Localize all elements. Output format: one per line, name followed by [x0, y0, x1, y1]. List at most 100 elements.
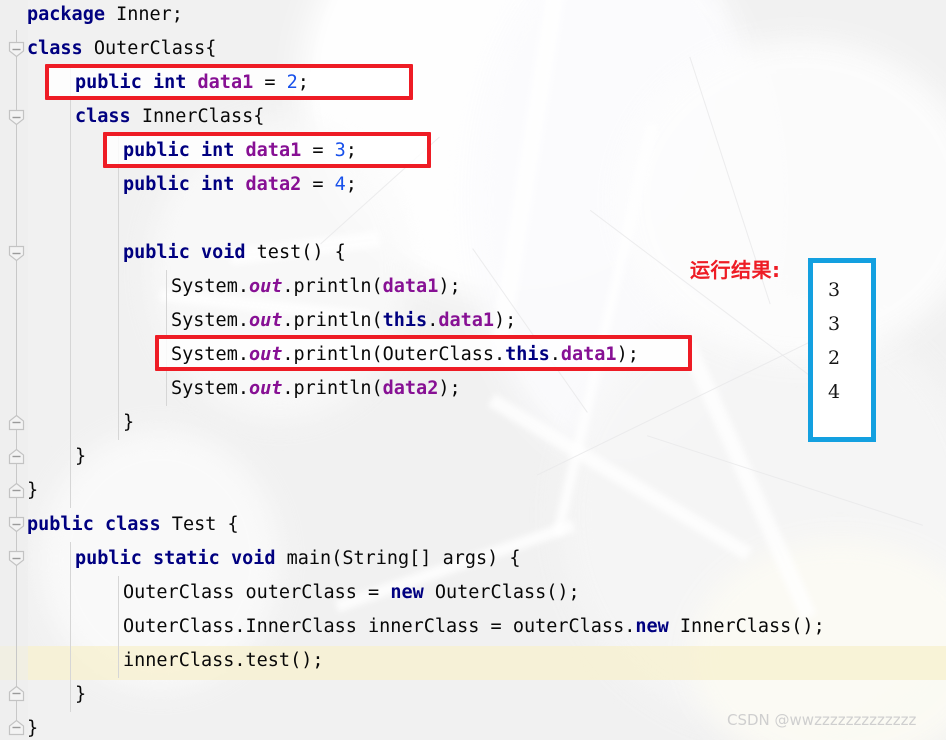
code-token: .println(	[282, 276, 383, 297]
result-value: 2	[828, 347, 841, 369]
code-token: );	[438, 276, 461, 297]
code-token: .println(	[282, 310, 383, 331]
code-token: =	[301, 174, 335, 195]
code-token: OuterClass.InnerClass innerClass = outer…	[123, 616, 636, 637]
code-token: =	[301, 140, 335, 161]
code-token: .println(	[282, 378, 383, 399]
result-value: 3	[828, 313, 841, 335]
code-token: ;	[345, 174, 357, 195]
code-line[interactable]: public int data1 = 3;	[0, 134, 357, 168]
code-line[interactable]: public int data1 = 2;	[0, 66, 309, 100]
code-token: class	[75, 106, 131, 127]
code-line[interactable]: }	[0, 678, 86, 712]
code-line[interactable]: System.out.println(data1);	[0, 270, 461, 304]
code-token: out	[248, 344, 283, 365]
code-token: data1	[438, 310, 495, 331]
code-editor[interactable]: package Inner; class OuterClass{public in…	[0, 0, 946, 740]
code-token: public	[123, 174, 190, 195]
code-token: public	[27, 514, 94, 535]
code-token: 4	[334, 174, 346, 195]
code-token: this	[505, 344, 550, 365]
code-token: ;	[297, 72, 309, 93]
code-line[interactable]: }	[0, 406, 134, 440]
code-token: int	[200, 174, 235, 195]
code-token: package	[27, 4, 105, 25]
result-value: 3	[828, 279, 841, 301]
code-token: }	[27, 480, 39, 501]
code-token: .	[427, 310, 439, 331]
code-token: }	[123, 412, 135, 433]
code-token: public	[75, 72, 142, 93]
code-token: out	[248, 310, 283, 331]
code-token: .	[549, 344, 561, 365]
code-token: void	[230, 548, 276, 569]
code-token: =	[253, 72, 287, 93]
code-line[interactable]: public void test() {	[0, 236, 346, 270]
code-token: Inner;	[104, 4, 183, 25]
code-token: int	[152, 72, 187, 93]
code-token: .println(OuterClass.	[282, 344, 506, 365]
code-token: data1	[245, 140, 302, 161]
result-output-box: 3 3 2 4	[808, 258, 876, 442]
code-token: new	[635, 616, 669, 637]
code-token: OuterClass();	[423, 582, 580, 603]
code-line[interactable]: OuterClass.InnerClass innerClass = outer…	[0, 610, 825, 644]
code-token: data2	[245, 174, 302, 195]
code-token: test() {	[245, 242, 346, 263]
code-line[interactable]: public static void main(String[] args) {	[0, 542, 521, 576]
code-token: OuterClass outerClass =	[123, 582, 391, 603]
code-token: new	[390, 582, 424, 603]
code-line[interactable]: OuterClass outerClass = new OuterClass()…	[0, 576, 580, 610]
code-token: data1	[382, 276, 439, 297]
code-token: void	[200, 242, 246, 263]
code-token: this	[382, 310, 428, 331]
code-token: static	[152, 548, 220, 569]
code-token: public	[75, 548, 142, 569]
code-line[interactable]: }	[0, 440, 86, 474]
csdn-watermark: CSDN @wwzzzzzzzzzzzzz	[727, 711, 917, 729]
code-token: System.	[171, 310, 249, 331]
code-token: public	[123, 140, 190, 161]
code-line[interactable]: innerClass.test();	[0, 644, 323, 678]
code-token: public	[123, 242, 190, 263]
code-token: Test {	[160, 514, 239, 535]
code-token: );	[494, 310, 517, 331]
code-token: }	[75, 446, 87, 467]
code-token: data1	[560, 344, 617, 365]
code-line[interactable]: package Inner;	[0, 0, 183, 32]
code-token: System.	[171, 344, 249, 365]
code-token: out	[248, 378, 283, 399]
code-token: }	[27, 718, 39, 739]
code-token: );	[438, 378, 461, 399]
code-token: System.	[171, 378, 249, 399]
code-content[interactable]: package Inner; class OuterClass{public in…	[0, 0, 946, 740]
code-line[interactable]: public class Test {	[0, 508, 239, 542]
code-line[interactable]: System.out.println(OuterClass.this.data1…	[0, 338, 639, 372]
code-line[interactable]: class InnerClass{	[0, 100, 264, 134]
code-line[interactable]: class OuterClass{	[0, 32, 216, 66]
code-line[interactable]: System.out.println(data2);	[0, 372, 461, 406]
code-token: );	[616, 344, 639, 365]
code-line[interactable]: public int data2 = 4;	[0, 168, 357, 202]
code-token: class	[104, 514, 161, 535]
code-token: System.	[171, 276, 249, 297]
code-token: ;	[345, 140, 357, 161]
code-token: innerClass.test();	[123, 650, 324, 671]
code-line[interactable]	[0, 202, 27, 236]
code-token: data2	[382, 378, 439, 399]
code-line[interactable]: }	[0, 712, 38, 740]
code-line[interactable]: }	[0, 474, 38, 508]
code-token: InnerClass();	[668, 616, 825, 637]
result-label: 运行结果:	[690, 258, 781, 282]
code-token: 3	[334, 140, 346, 161]
code-token: int	[200, 140, 235, 161]
code-line[interactable]: System.out.println(this.data1);	[0, 304, 516, 338]
